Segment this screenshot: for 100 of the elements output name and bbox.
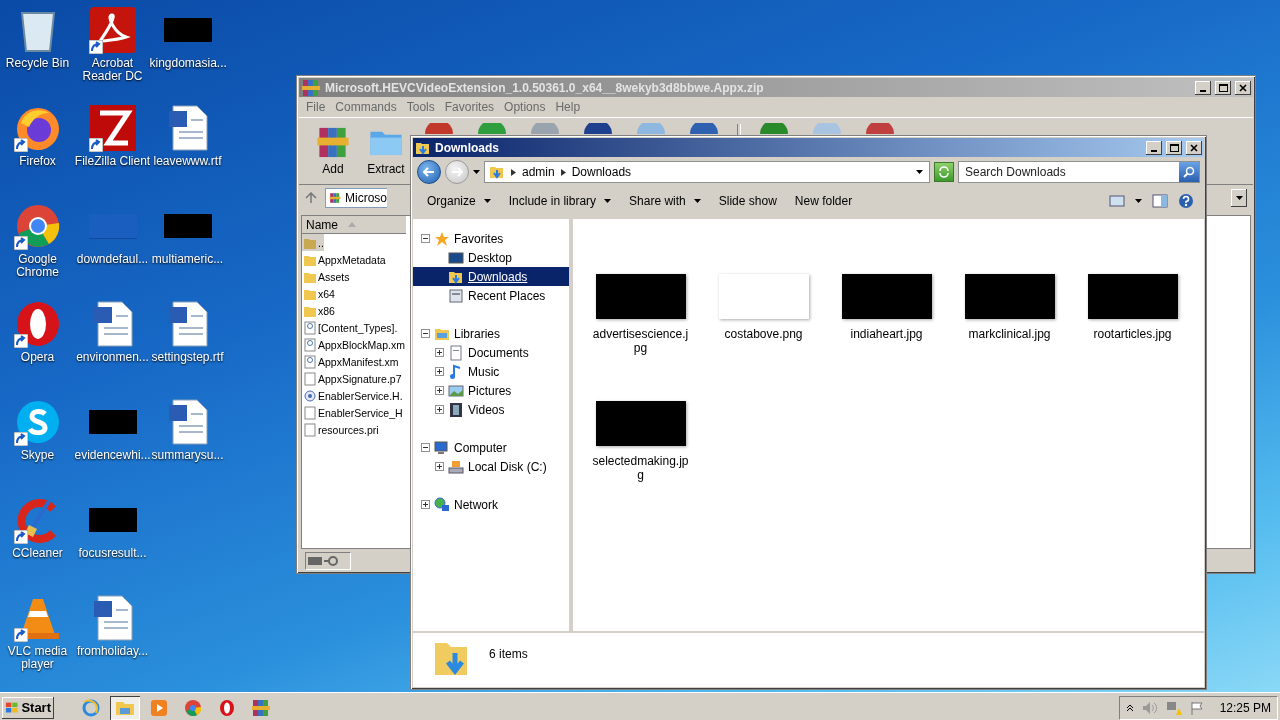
menu-item[interactable]: Options xyxy=(499,100,551,114)
file-name[interactable]: rootarticles.jpg xyxy=(1082,327,1183,341)
file-name[interactable]: selectedmaking.jpg xyxy=(590,454,691,482)
tree-item[interactable]: Downloads xyxy=(413,267,569,286)
file-row[interactable]: AppxBlockMap.xm xyxy=(302,336,405,353)
file-row[interactable]: x86 xyxy=(302,302,335,319)
file-row[interactable]: AppxMetadata xyxy=(302,251,386,268)
tree-item[interactable]: Documents xyxy=(413,343,569,362)
tree-item[interactable]: Local Disk (C:) xyxy=(413,457,569,476)
minimize-button[interactable] xyxy=(1146,140,1162,155)
desktop-icon-label[interactable]: multiameric... xyxy=(149,253,226,266)
file-row[interactable]: EnablerService.H. xyxy=(302,387,403,404)
file-name[interactable]: costabove.png xyxy=(713,327,814,341)
file-row[interactable]: EnablerService_H xyxy=(302,404,403,421)
desktop-icon-label[interactable]: focusresult... xyxy=(74,547,151,560)
file-row[interactable]: Assets xyxy=(302,268,350,285)
tree-item[interactable]: Computer xyxy=(413,438,569,457)
desktop-icon-label[interactable]: Google Chrome xyxy=(0,253,76,279)
desktop-icon-label[interactable]: Opera xyxy=(0,351,76,364)
image-thumbnail[interactable] xyxy=(595,274,686,319)
expand-icon[interactable] xyxy=(435,348,444,357)
collapse-icon[interactable] xyxy=(421,329,430,338)
desktop-icon-label[interactable]: FileZilla Client xyxy=(74,155,151,168)
image-thumbnail[interactable] xyxy=(1087,274,1178,319)
file-row[interactable]: x64 xyxy=(302,285,335,302)
refresh-button[interactable] xyxy=(934,162,954,182)
menu-item[interactable]: Help xyxy=(550,100,586,114)
file-row[interactable]: AppxSignature.p7 xyxy=(302,370,402,387)
desktop-icon-label[interactable]: Acrobat Reader DC xyxy=(74,57,151,83)
command-button[interactable]: Include in library xyxy=(500,191,620,211)
desktop-icon-label[interactable]: leavewww.rtf xyxy=(149,155,226,168)
close-icon xyxy=(1239,83,1247,92)
desktop-icon-label[interactable]: kingdomasia... xyxy=(149,57,226,70)
column-header[interactable]: Name xyxy=(302,216,406,234)
menu-item[interactable]: File xyxy=(301,100,331,114)
menu-item[interactable]: Tools xyxy=(401,100,440,114)
back-button[interactable] xyxy=(417,160,441,184)
collapse-icon[interactable] xyxy=(421,443,430,452)
search-button[interactable] xyxy=(1179,162,1199,182)
expand-icon[interactable] xyxy=(435,405,444,414)
command-button[interactable]: Organize xyxy=(419,191,499,211)
tree-item[interactable]: Libraries xyxy=(413,324,569,343)
maximize-button[interactable] xyxy=(1215,80,1231,95)
image-thumbnail[interactable] xyxy=(718,274,809,319)
tree-item[interactable]: Favorites xyxy=(413,229,569,248)
desktop-icon[interactable] xyxy=(13,300,62,348)
start-button[interactable]: Start xyxy=(2,696,54,719)
desktop-icon-label[interactable]: VLC media player xyxy=(0,645,76,671)
breadcrumb[interactable]: admin xyxy=(522,165,555,179)
maximize-button[interactable] xyxy=(1166,140,1182,155)
desktop-icon-label[interactable]: fromholiday... xyxy=(74,645,151,658)
desktop-icon-label[interactable]: settingstep.rtf xyxy=(149,351,226,364)
tree-item[interactable]: Videos xyxy=(413,400,569,419)
tree-item[interactable]: Pictures xyxy=(413,381,569,400)
desktop-icon-label[interactable]: downdefaul... xyxy=(74,253,151,266)
desktop-icon[interactable] xyxy=(13,202,62,250)
toolbar-button[interactable]: Add xyxy=(307,122,359,176)
minimize-button[interactable] xyxy=(1195,80,1211,95)
file-name[interactable]: markclinical.jpg xyxy=(959,327,1060,341)
command-button[interactable]: Slide show xyxy=(710,191,785,211)
close-button[interactable] xyxy=(1235,80,1251,95)
tree-item[interactable]: Desktop xyxy=(413,248,569,267)
image-thumbnail[interactable] xyxy=(595,401,686,446)
command-button[interactable]: New folder xyxy=(786,191,861,211)
file-name[interactable]: advertisescience.jpg xyxy=(590,327,691,355)
tree-item[interactable]: Music xyxy=(413,362,569,381)
image-thumbnail[interactable] xyxy=(964,274,1055,319)
file-row[interactable]: AppxManifest.xm xyxy=(302,353,399,370)
expand-icon[interactable] xyxy=(421,500,430,509)
menu-item[interactable]: Commands xyxy=(330,100,402,114)
file-row[interactable]: [Content_Types]. xyxy=(302,319,398,336)
file-name[interactable]: indiaheart.jpg xyxy=(836,327,937,341)
desktop-icon-label[interactable]: CCleaner xyxy=(0,547,76,560)
search-box[interactable]: Search Downloads xyxy=(958,161,1200,183)
tree-item[interactable]: Network xyxy=(413,495,569,514)
taskbar-button[interactable] xyxy=(110,695,140,720)
desktop-icon[interactable] xyxy=(88,104,137,152)
image-thumbnail[interactable] xyxy=(841,274,932,319)
desktop-icon[interactable] xyxy=(88,6,137,54)
desktop-icon-label[interactable]: Recycle Bin xyxy=(0,57,76,70)
breadcrumb[interactable]: Downloads xyxy=(571,165,632,179)
address-bar[interactable]: admin Downloads xyxy=(484,161,930,183)
file-row[interactable]: .. xyxy=(302,234,324,251)
command-button[interactable]: Share with xyxy=(621,191,709,211)
expand-icon[interactable] xyxy=(435,462,444,471)
desktop-icon-label[interactable]: evidencewhi... xyxy=(74,449,151,462)
desktop-icon[interactable] xyxy=(13,398,62,446)
path-field[interactable]: Microso xyxy=(325,188,387,208)
desktop-icon-label[interactable]: environmen... xyxy=(74,351,151,364)
desktop-icon-label[interactable]: Skype xyxy=(0,449,76,462)
expand-icon[interactable] xyxy=(435,386,444,395)
file-row[interactable]: resources.pri xyxy=(302,421,379,438)
close-button[interactable] xyxy=(1186,140,1202,155)
tree-item[interactable]: Recent Places xyxy=(413,286,569,305)
desktop-icon-label[interactable]: Firefox xyxy=(0,155,76,168)
dropdown-button[interactable] xyxy=(1231,189,1247,207)
menu-item[interactable]: Favorites xyxy=(439,100,500,114)
desktop-icon-label[interactable]: summarysu... xyxy=(149,449,226,462)
expand-icon[interactable] xyxy=(435,367,444,376)
collapse-icon[interactable] xyxy=(421,234,430,243)
